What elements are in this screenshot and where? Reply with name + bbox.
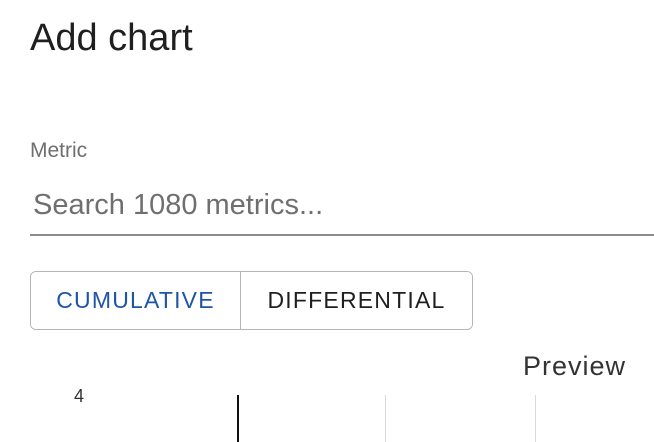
cumulative-toggle-button[interactable]: CUMULATIVE (31, 272, 241, 329)
preview-title: Preview (523, 351, 627, 381)
dialog-title: Add chart (30, 17, 193, 59)
metric-search-input[interactable] (30, 176, 654, 236)
y-tick-label: 4 (74, 386, 85, 406)
chart-grid-line (385, 395, 386, 442)
mode-toggle-group: CUMULATIVE DIFFERENTIAL (30, 271, 473, 330)
metric-label: Metric (30, 139, 88, 162)
preview-chart: 4 (0, 380, 654, 442)
differential-toggle-button[interactable]: DIFFERENTIAL (241, 272, 472, 329)
chart-grid-line (535, 395, 536, 442)
chart-axis-line (237, 395, 239, 442)
